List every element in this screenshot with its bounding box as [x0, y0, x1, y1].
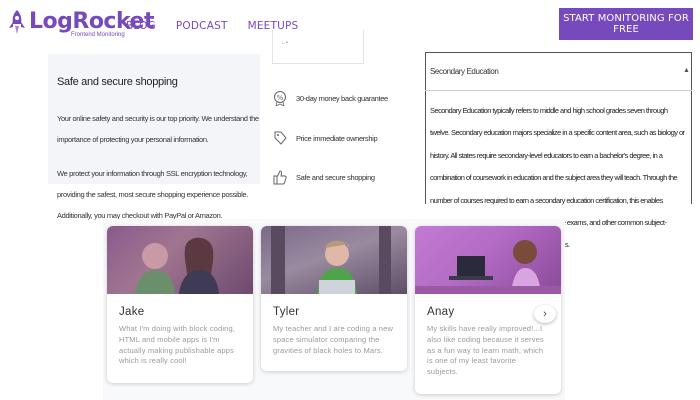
safe-shopping-paragraph-2: We protect your information through SSL …: [57, 169, 248, 220]
feature-ownership: Price immediate ownership: [272, 129, 378, 147]
svg-text:%: %: [277, 94, 284, 102]
tag-icon: [272, 129, 288, 147]
chevron-up-icon[interactable]: ▲: [683, 67, 690, 74]
nav-blog[interactable]: BLOG: [126, 20, 156, 32]
feature-label: Safe and secure shopping: [296, 172, 375, 182]
percent-badge-icon: %: [272, 89, 288, 107]
feature-label: 30-day money back guarantee: [296, 93, 388, 103]
feature-money-back: % 30-day money back guarantee: [272, 89, 388, 107]
feature-label: Price immediate ownership: [296, 133, 378, 143]
testimonial-name: Tyler: [273, 306, 300, 318]
start-monitoring-button[interactable]: START MONITORING FOR FREE: [559, 8, 693, 40]
testimonial-name: Jake: [119, 306, 145, 318]
carousel-next-button[interactable]: ›: [534, 305, 556, 323]
rocket-icon: [9, 10, 25, 34]
testimonial-name: Anay: [427, 306, 455, 318]
safe-shopping-paragraph-1: Your online safety and security is our t…: [57, 114, 259, 144]
logo-subtitle: Frontend Monitoring: [71, 32, 125, 38]
testimonial-card-jake[interactable]: Jake What I'm doing with block coding, H…: [107, 226, 253, 383]
safe-shopping-title: Safe and secure shopping: [57, 76, 178, 88]
testimonial-quote: My teacher and I are coding a new space …: [273, 324, 394, 355]
accordion-title[interactable]: Secondary Education: [430, 67, 499, 76]
testimonial-card-tyler[interactable]: Tyler My teacher and I are coding a new …: [261, 226, 407, 371]
testimonial-quote: My skills have really improved!...I also…: [427, 324, 544, 377]
feature-safe-shopping: Safe and secure shopping: [272, 168, 375, 186]
product-box: ←•: [272, 30, 364, 64]
nav-podcast[interactable]: PODCAST: [176, 20, 228, 32]
testimonial-photo: [107, 226, 253, 294]
testimonial-photo: [261, 226, 407, 294]
testimonial-quote: What I'm doing with block coding, HTML a…: [119, 324, 236, 366]
chevron-right-icon: ›: [543, 308, 547, 320]
testimonial-photo: [415, 226, 561, 294]
accordion-divider: [425, 90, 692, 91]
thumbs-up-icon: [272, 168, 288, 186]
small-arrow-icon: ←•: [281, 40, 288, 46]
